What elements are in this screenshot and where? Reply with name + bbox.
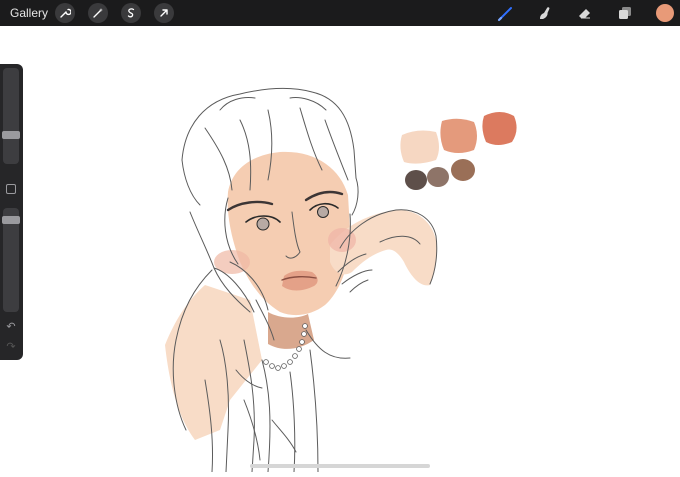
magic-wand-icon[interactable] (88, 3, 108, 23)
brush-size-slider[interactable] (2, 68, 20, 164)
opacity-thumb[interactable] (2, 216, 20, 224)
side-toolbar: ↶ ↷ (0, 64, 23, 360)
color-palette-swatches (400, 112, 517, 190)
gallery-button[interactable]: Gallery (10, 6, 48, 20)
home-indicator (250, 464, 430, 468)
layers-icon[interactable] (614, 2, 636, 24)
skin-fill (165, 151, 437, 440)
selection-icon[interactable] (121, 3, 141, 23)
eraser-icon[interactable] (574, 2, 596, 24)
opacity-slider[interactable] (2, 208, 20, 312)
current-color-swatch[interactable] (656, 4, 674, 22)
smudge-icon[interactable] (534, 2, 556, 24)
modify-button[interactable] (6, 184, 16, 194)
brush-icon[interactable] (495, 2, 517, 24)
wrench-icon[interactable] (55, 3, 75, 23)
redo-icon[interactable]: ↷ (4, 340, 18, 354)
transform-arrow-icon[interactable] (154, 3, 174, 23)
undo-icon[interactable]: ↶ (4, 320, 18, 334)
drawing-canvas[interactable] (0, 26, 680, 473)
brush-size-thumb[interactable] (2, 131, 20, 139)
sketch-artwork (165, 87, 517, 473)
top-toolbar: Gallery (0, 0, 680, 26)
